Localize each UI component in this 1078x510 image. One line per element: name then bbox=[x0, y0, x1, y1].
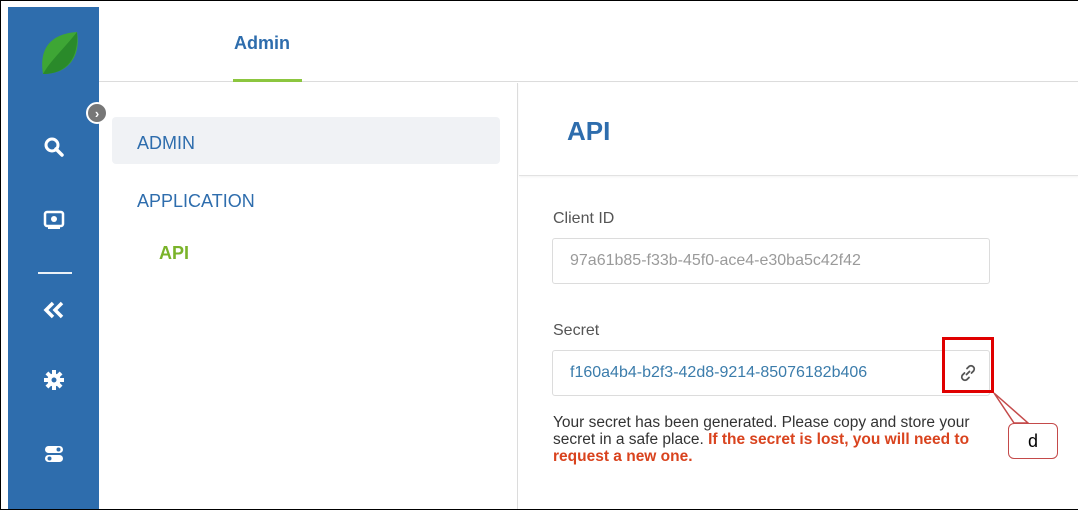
chevron-right-icon: › bbox=[94, 105, 100, 121]
nav-section-application: APPLICATION bbox=[137, 191, 255, 211]
page-title: API bbox=[567, 116, 611, 146]
nav-item-api[interactable]: API bbox=[159, 243, 189, 264]
annotation-highlight-box bbox=[942, 337, 994, 393]
nav-pane: ADMIN APPLICATION API bbox=[99, 83, 518, 509]
double-chevron-left-icon[interactable] bbox=[8, 295, 99, 325]
tab-admin[interactable]: Admin bbox=[234, 33, 290, 54]
main-content: API Client ID 97a61b85-f33b-45f0-ace4-e3… bbox=[519, 83, 1078, 509]
secret-field[interactable]: f160a4b4-b2f3-42d8-9214-85076182b406 bbox=[552, 350, 990, 396]
app-frame: Admin › ADMIN APPLICATION API API Client… bbox=[0, 0, 1078, 510]
left-rail bbox=[8, 7, 99, 509]
active-tab-indicator bbox=[233, 79, 302, 82]
content-header: API bbox=[519, 83, 1078, 176]
top-bar: Admin bbox=[99, 7, 1078, 82]
nav-item-admin[interactable]: ADMIN bbox=[112, 117, 500, 164]
monitor-icon[interactable] bbox=[8, 205, 99, 235]
collapse-nav-button[interactable]: › bbox=[86, 102, 108, 124]
secret-label: Secret bbox=[553, 322, 600, 339]
rail-divider bbox=[38, 272, 72, 274]
search-icon[interactable] bbox=[8, 132, 99, 162]
client-id-label: Client ID bbox=[553, 210, 615, 227]
annotation-label: d bbox=[1027, 430, 1038, 451]
leaf-logo-icon bbox=[42, 32, 78, 74]
secret-help-text: Your secret has been generated. Please c… bbox=[553, 414, 1003, 465]
client-id-field[interactable]: 97a61b85-f33b-45f0-ace4-e30ba5c42f42 bbox=[552, 238, 990, 284]
gear-icon[interactable] bbox=[8, 365, 99, 395]
toggle-icon[interactable] bbox=[8, 439, 99, 469]
annotation-callout: d bbox=[1008, 423, 1058, 459]
